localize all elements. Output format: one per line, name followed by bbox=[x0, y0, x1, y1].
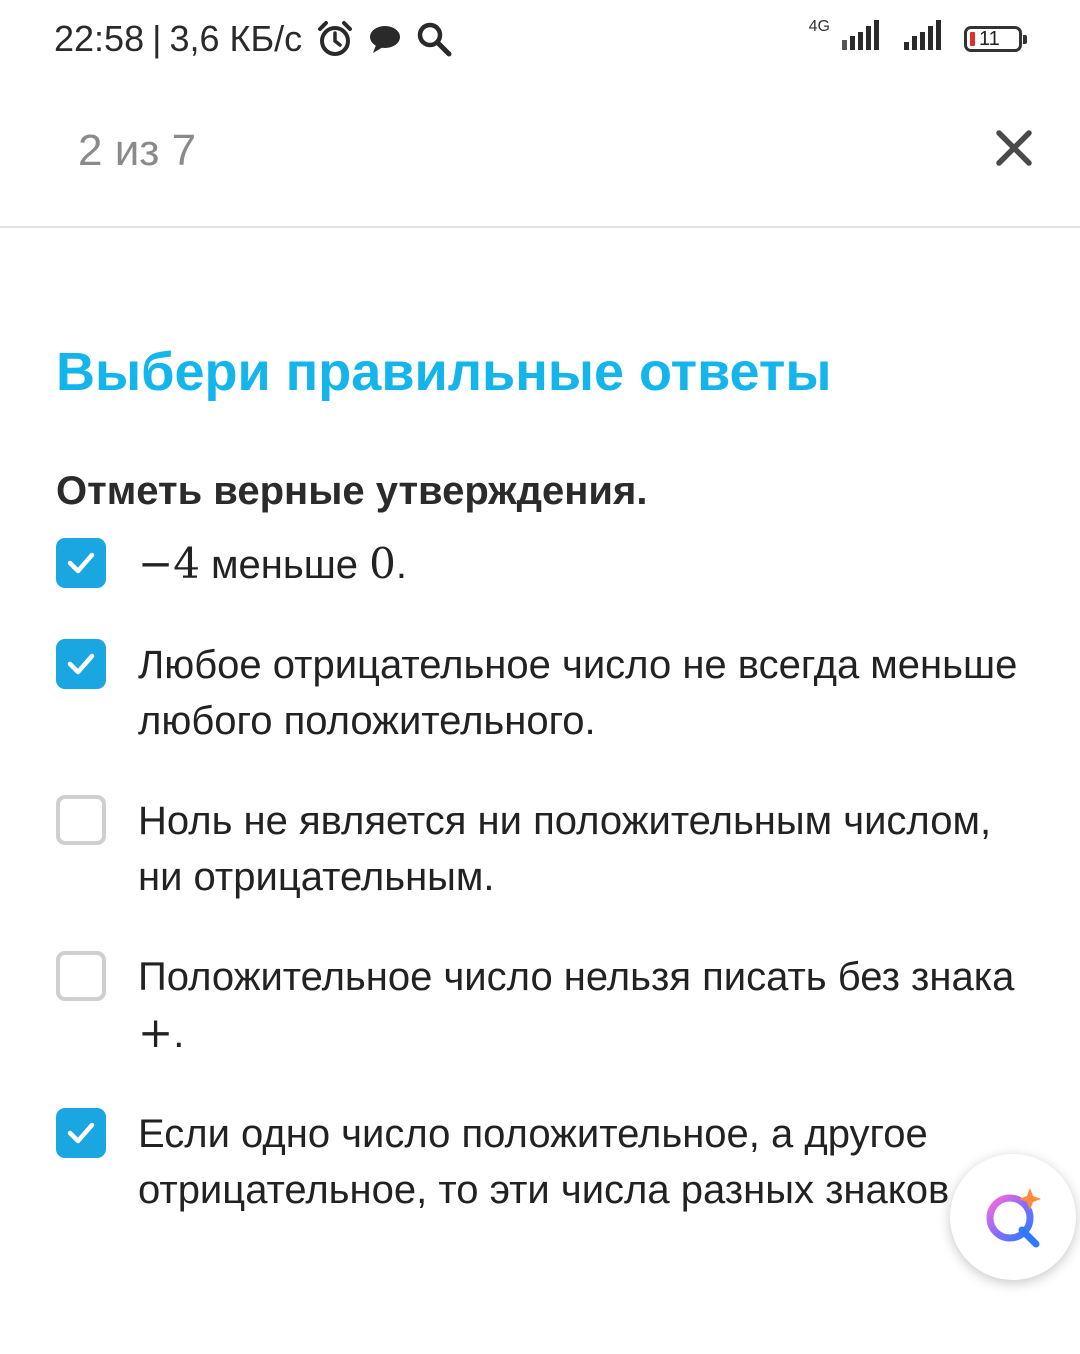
checkbox-checked[interactable] bbox=[56, 537, 106, 588]
battery-level bbox=[970, 32, 975, 46]
answer-text: Если одно число положительное, а другое … bbox=[138, 1111, 961, 1212]
alarm-icon bbox=[316, 20, 354, 58]
answer-option-1[interactable]: −4 меньше 0. bbox=[56, 536, 1026, 593]
signal-icon-sim2 bbox=[902, 20, 948, 52]
answer-option-3[interactable]: Ноль не является ни положительным числом… bbox=[56, 793, 1026, 905]
signal-icon-sim1 bbox=[840, 20, 886, 52]
assistant-button[interactable] bbox=[950, 1154, 1076, 1280]
progress-counter: 2 из 7 bbox=[78, 126, 197, 175]
chat-icon bbox=[368, 24, 402, 54]
status-speed: 3,6 КБ/с bbox=[169, 18, 303, 59]
lesson-header: 2 из 7 bbox=[0, 80, 1080, 228]
checkmark-icon bbox=[67, 1122, 95, 1144]
status-left: 22:58 | 3,6 КБ/с bbox=[54, 18, 452, 60]
answer-text: −4 меньше 0. bbox=[138, 536, 407, 593]
task-content: Выбери правильные ответы Отметь верные у… bbox=[56, 340, 1026, 1262]
checkbox-unchecked[interactable] bbox=[56, 794, 106, 845]
checkbox-unchecked[interactable] bbox=[56, 950, 106, 1001]
answer-text: Ноль не является ни положительным числом… bbox=[138, 798, 992, 899]
status-right: 4G 11 bbox=[808, 18, 1027, 52]
battery-icon: 11 bbox=[964, 26, 1027, 52]
answer-text: Любое отрицательное число не всегда мень… bbox=[138, 642, 1018, 743]
answer-option-4[interactable]: Положительное число нельзя писать без зн… bbox=[56, 949, 1026, 1062]
assistant-icon bbox=[986, 1188, 1041, 1248]
task-instruction: Отметь верные утверждения. bbox=[56, 468, 648, 513]
answer-text-part: . bbox=[395, 542, 408, 587]
answer-text-part: меньше bbox=[199, 542, 370, 587]
search-icon bbox=[416, 21, 452, 57]
checkmark-icon bbox=[67, 552, 95, 574]
checkbox-checked[interactable] bbox=[56, 1107, 106, 1158]
math-expression: 0 bbox=[369, 538, 396, 588]
answer-option-2[interactable]: Любое отрицательное число не всегда мень… bbox=[56, 637, 1026, 749]
task-title: Выбери правильные ответы bbox=[56, 342, 832, 402]
answer-text-part: . bbox=[173, 1011, 185, 1056]
answer-text: Положительное число нельзя писать без зн… bbox=[138, 949, 1026, 1062]
close-button[interactable] bbox=[994, 128, 1034, 168]
status-separator: | bbox=[152, 18, 162, 59]
answer-option-5[interactable]: Если одно число положительное, а другое … bbox=[56, 1106, 1026, 1218]
status-time: 22:58 bbox=[54, 18, 145, 59]
status-bar: 22:58 | 3,6 КБ/с 4G 11 bbox=[0, 0, 1080, 80]
answer-options: −4 меньше 0. Любое отрицательное число н… bbox=[56, 536, 1026, 1218]
checkmark-icon bbox=[67, 653, 95, 675]
answer-text-part: Положительное число нельзя писать без зн… bbox=[138, 954, 1015, 999]
math-expression: −4 bbox=[138, 538, 200, 588]
checkbox-checked[interactable] bbox=[56, 638, 106, 689]
battery-percent: 11 bbox=[979, 27, 1000, 50]
close-icon bbox=[996, 130, 1032, 166]
network-type: 4G bbox=[808, 18, 830, 35]
math-expression: + bbox=[138, 1007, 174, 1057]
